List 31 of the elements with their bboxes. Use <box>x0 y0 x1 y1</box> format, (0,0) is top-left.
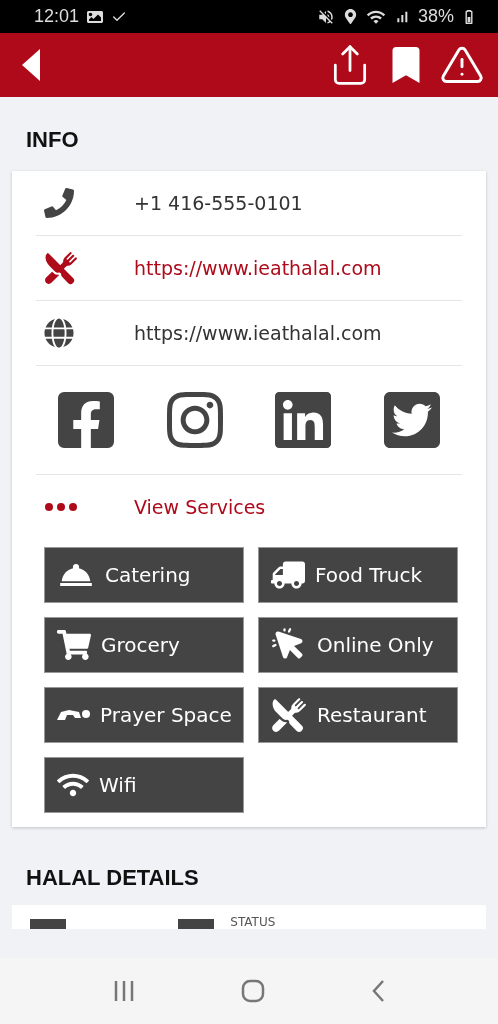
phone-number: +1 416-555-0101 <box>134 192 303 214</box>
service-tag[interactable]: Online Only <box>258 617 458 673</box>
website-link[interactable]: https://www.ieathalal.com <box>134 257 382 279</box>
battery-percent: 38% <box>417 6 454 27</box>
section-title: INFO <box>26 127 80 154</box>
kneeling-figure-icon <box>57 710 90 720</box>
service-tag[interactable]: Catering <box>44 547 244 603</box>
back-nav-icon[interactable] <box>371 979 385 1003</box>
service-tag[interactable]: Grocery <box>44 617 244 673</box>
website-link[interactable]: https://www.ieathalal.com <box>134 322 382 344</box>
status-label: STATUS <box>230 915 276 929</box>
fork-knife-icon <box>271 697 307 733</box>
home-icon[interactable] <box>241 979 265 1003</box>
service-tag[interactable]: Food Truck <box>258 547 458 603</box>
back-icon[interactable] <box>22 49 40 81</box>
service-tag[interactable]: Prayer Space <box>44 687 244 743</box>
service-tag[interactable]: Restaurant <box>258 687 458 743</box>
globe-icon <box>44 318 74 348</box>
recent-apps-icon[interactable] <box>113 981 135 1001</box>
cart-icon <box>57 628 91 662</box>
thumbnail-image <box>30 919 66 929</box>
clock-time: 12:01 <box>34 6 80 27</box>
image-icon <box>87 8 104 25</box>
phone-icon <box>44 188 74 218</box>
truck-icon <box>271 558 305 592</box>
view-services-link[interactable]: View Services <box>134 496 266 518</box>
fork-knife-icon <box>44 251 78 285</box>
section-title: HALAL DETAILS <box>26 865 200 892</box>
location-icon <box>342 9 358 24</box>
service-tag[interactable]: Wifi <box>44 757 244 813</box>
dots-icon <box>44 502 78 512</box>
